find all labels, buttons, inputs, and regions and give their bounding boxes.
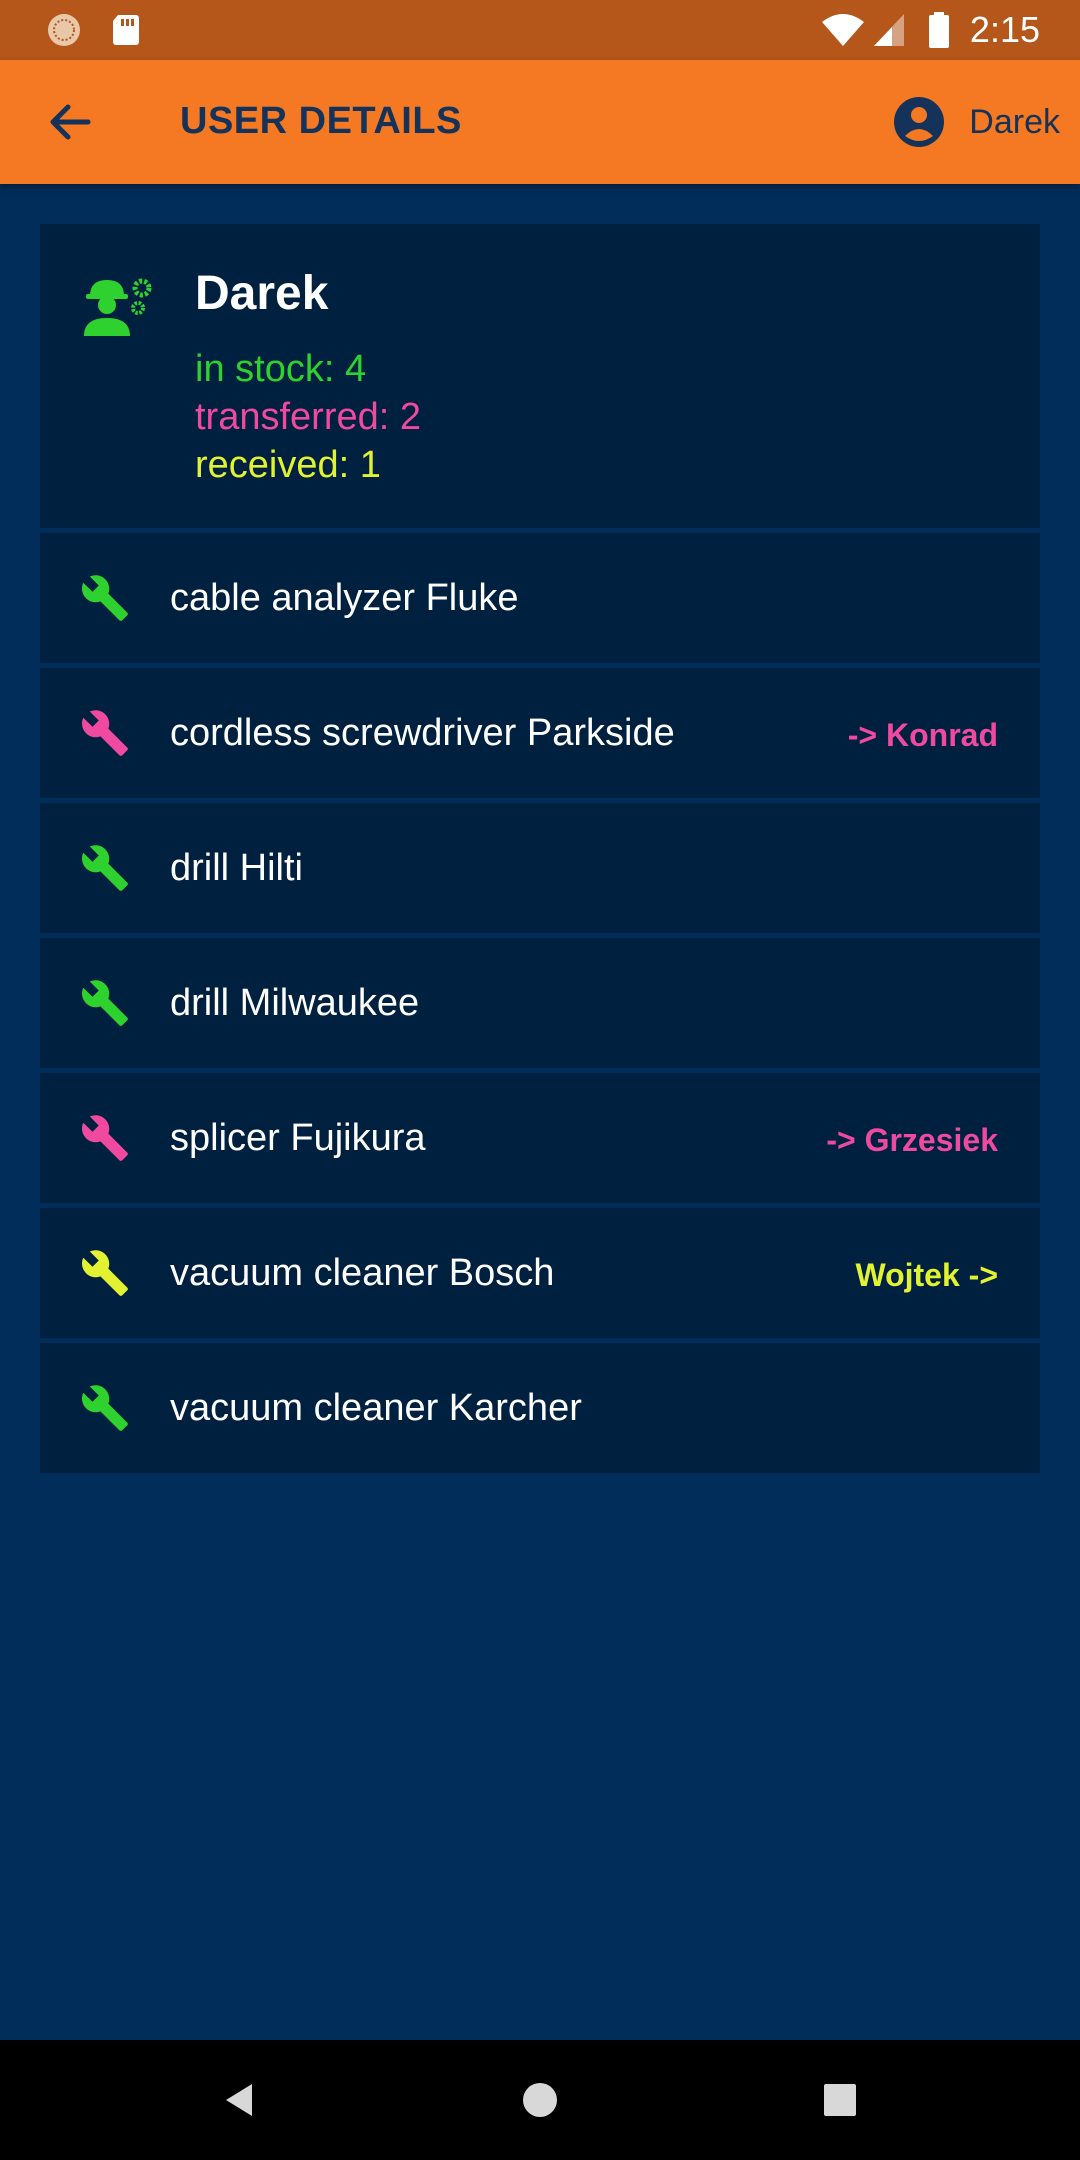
wrench-icon xyxy=(81,1385,128,1431)
launcher-icon xyxy=(48,14,80,46)
tool-name: cordless screwdriver Parkside xyxy=(170,712,675,754)
account-name: Darek xyxy=(969,102,1060,141)
user-name: Darek xyxy=(195,267,329,320)
sd-card-icon xyxy=(113,15,139,45)
system-nav-bar xyxy=(0,2040,1080,2160)
status-time: 2:15 xyxy=(969,9,1040,50)
home-circle-icon[interactable] xyxy=(520,2080,560,2120)
transfer-target-tag: -> Konrad xyxy=(847,717,998,753)
in-stock-count: in stock: 4 xyxy=(195,348,367,390)
wrench-icon xyxy=(81,980,128,1026)
tool-name: vacuum cleaner Karcher xyxy=(170,1387,582,1429)
tool-row[interactable]: vacuum cleaner Bosch Wojtek -> xyxy=(40,1208,1040,1338)
app-bar: USER DETAILS Darek xyxy=(0,60,1080,184)
tool-name: cable analyzer Fluke xyxy=(170,577,519,619)
account-circle-icon xyxy=(894,97,945,147)
wrench-icon xyxy=(81,1115,128,1161)
back-triangle-icon[interactable] xyxy=(220,2080,260,2120)
tool-row[interactable]: cable analyzer Fluke xyxy=(40,533,1040,663)
tool-name: drill Hilti xyxy=(170,847,303,889)
tool-row[interactable]: splicer Fujikura -> Grzesiek xyxy=(40,1073,1040,1203)
wrench-icon xyxy=(81,1250,128,1296)
transferred-count: transferred: 2 xyxy=(195,396,421,438)
page-title: USER DETAILS xyxy=(180,100,462,142)
user-details-content: Darek in stock: 4 transferred: 2 receive… xyxy=(40,224,1040,1478)
wrench-icon xyxy=(81,845,128,891)
tool-name: vacuum cleaner Bosch xyxy=(170,1252,555,1294)
received-count: received: 1 xyxy=(195,444,381,486)
transfer-target-tag: -> Grzesiek xyxy=(826,1122,998,1158)
signal-icon xyxy=(874,14,904,46)
tool-row[interactable]: vacuum cleaner Karcher xyxy=(40,1343,1040,1473)
back-arrow-icon xyxy=(50,104,91,140)
tool-row[interactable]: drill Hilti xyxy=(40,803,1040,933)
recents-square-icon[interactable] xyxy=(820,2080,860,2120)
user-card: Darek in stock: 4 transferred: 2 receive… xyxy=(40,224,1040,528)
wifi-icon xyxy=(822,14,864,46)
tool-name: drill Milwaukee xyxy=(170,982,420,1024)
tool-name: splicer Fujikura xyxy=(170,1117,426,1159)
battery-icon xyxy=(929,12,949,48)
wrench-icon xyxy=(81,710,128,756)
tool-row[interactable]: drill Milwaukee xyxy=(40,938,1040,1068)
status-bar: 2:15 xyxy=(0,0,1080,60)
tool-row[interactable]: cordless screwdriver Parkside -> Konrad xyxy=(40,668,1040,798)
worker-gear-icon xyxy=(84,278,152,336)
account-button[interactable]: Darek xyxy=(893,94,1060,150)
wrench-icon xyxy=(81,575,128,621)
received-from-tag: Wojtek -> xyxy=(855,1257,998,1293)
back-button[interactable] xyxy=(36,94,104,150)
